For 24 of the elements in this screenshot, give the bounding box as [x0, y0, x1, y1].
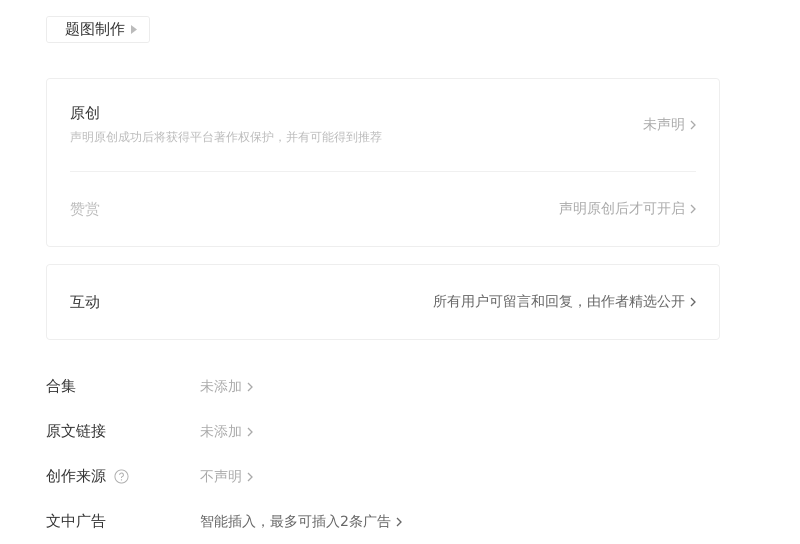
chevron-icon [396, 516, 402, 526]
chevron-icon [247, 472, 253, 482]
setting-link[interactable]: 未添加 [200, 378, 253, 396]
setting-link[interactable]: 智能插入，最多可插入2条广告 [200, 512, 402, 530]
chevron-icon [247, 382, 253, 392]
help-icon[interactable] [114, 469, 129, 484]
setting-title: 赞赏 [70, 200, 100, 218]
chevron-icon [690, 120, 696, 130]
chevron-icon [690, 297, 696, 307]
setting-link[interactable]: 未添加 [200, 422, 253, 440]
setting-label: 原文链接 [46, 422, 106, 441]
setting-link[interactable]: 所有用户可留言和回复，由作者精选公开 [433, 293, 696, 311]
setting-label: 合集 [46, 377, 76, 396]
setting-title: 原创 [70, 104, 101, 123]
setting-link[interactable]: 未声明 [643, 116, 696, 134]
setting-description: 声明原创成功后将获得平台著作权保护，并有可能得到推荐 [70, 129, 382, 146]
caret-icon [131, 25, 137, 34]
title-image-button[interactable]: 题图制作 [46, 16, 150, 43]
chevron-icon [690, 204, 696, 214]
setting-label: 文中广告 [46, 512, 106, 531]
setting-title: 互动 [70, 292, 100, 312]
setting-link[interactable]: 不声明 [200, 468, 253, 486]
chevron-icon [247, 426, 253, 436]
setting-label: 创作来源 [46, 467, 106, 486]
